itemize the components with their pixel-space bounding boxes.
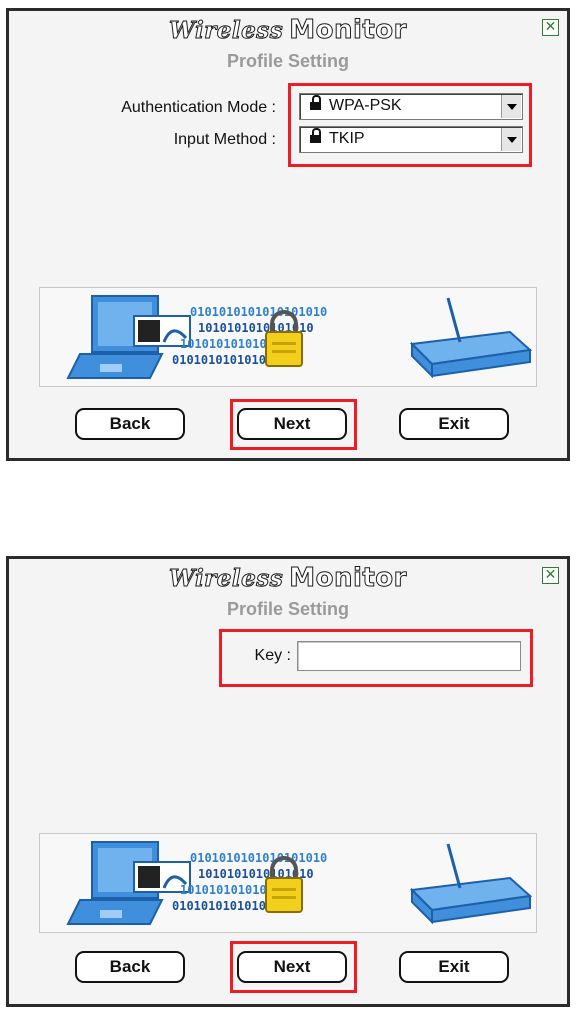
app-title-main: Monitor [289, 563, 407, 594]
binary-row: 0101010101010101010 [190, 851, 327, 865]
back-button[interactable]: Back [75, 408, 185, 440]
close-icon[interactable]: ✕ [542, 19, 559, 36]
app-title: Wireless Monitor [9, 14, 567, 46]
profile-setting-window-2: Wireless Monitor ✕ Profile Setting Key : … [6, 556, 570, 1007]
next-button[interactable]: Next [237, 951, 347, 983]
input-method-label: Input Method : [173, 131, 276, 148]
title-bar: Wireless Monitor ✕ [9, 11, 567, 49]
auth-mode-dropdown[interactable]: WPA-PSK [299, 93, 523, 120]
banner-illustration: 0101010101010101010 1010101010101010 101… [66, 841, 533, 925]
app-title: Wireless Monitor [9, 562, 567, 594]
exit-button[interactable]: Exit [399, 951, 509, 983]
input-method-dropdown[interactable]: TKIP [299, 126, 523, 153]
router-icon [409, 297, 533, 379]
app-title-script: Wireless [169, 17, 284, 45]
input-method-value: TKIP [329, 130, 365, 147]
key-input[interactable] [297, 641, 521, 671]
app-title-main: Monitor [289, 15, 407, 46]
lock-icon [310, 128, 321, 143]
page-subtitle: Profile Setting [226, 51, 349, 71]
close-icon[interactable]: ✕ [542, 567, 559, 584]
connection-banner: 0101010101010101010 1010101010101010 101… [39, 833, 537, 933]
chevron-down-icon[interactable] [501, 128, 521, 151]
next-button[interactable]: Next [237, 408, 347, 440]
connection-banner: 0101010101010101010 1010101010101010 101… [39, 287, 537, 387]
router-icon [409, 843, 533, 925]
page-subtitle: Profile Setting [226, 599, 349, 619]
auth-mode-label: Authentication Mode : [121, 99, 276, 116]
app-title-script: Wireless [169, 565, 284, 593]
chevron-down-icon[interactable] [501, 95, 521, 118]
profile-setting-window-1: Wireless Monitor ✕ Profile Setting Authen… [6, 8, 570, 461]
key-label: Key : [254, 647, 291, 664]
title-bar: Wireless Monitor ✕ [9, 559, 567, 597]
banner-illustration: 0101010101010101010 1010101010101010 101… [66, 295, 533, 379]
binary-row: 0101010101010101010 [190, 305, 327, 319]
exit-button[interactable]: Exit [399, 408, 509, 440]
back-button[interactable]: Back [75, 951, 185, 983]
lock-icon [310, 95, 321, 110]
auth-mode-value: WPA-PSK [329, 97, 402, 114]
